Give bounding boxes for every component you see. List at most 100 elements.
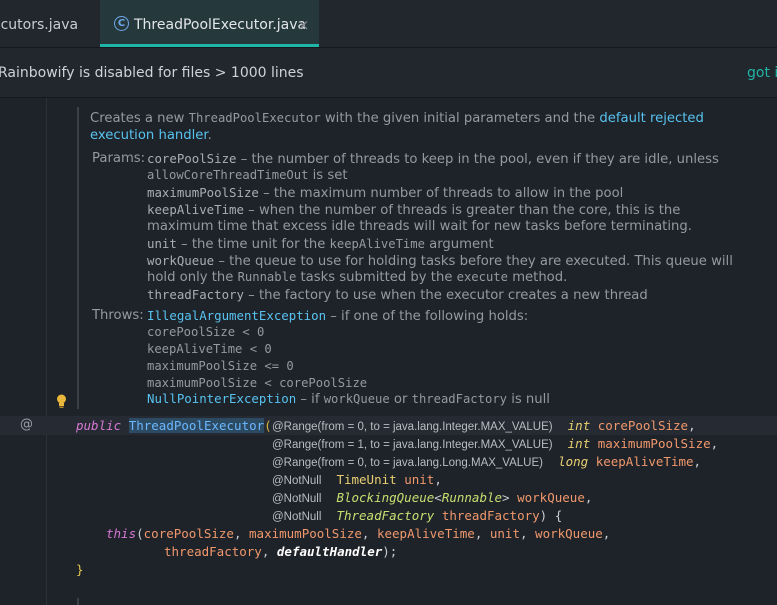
param-name: maximumPoolSize — [147, 185, 259, 200]
throws-desc: – if — [296, 392, 324, 407]
param-keepalivetime-cont: maximum time that excess idle threads wi… — [147, 218, 692, 235]
throws-nullpointer: NullPointerException – if workQueue or t… — [147, 390, 550, 408]
param-line: @Range(from = 0, to = java.lang.Long.MAX… — [272, 453, 701, 472]
param-desc: method. — [508, 270, 568, 285]
param-workqueue: workQueue – the queue to use for holding… — [147, 252, 733, 270]
punctuation: , — [434, 472, 442, 487]
param-corepoolsize: corePoolSize – the number of threads to … — [147, 150, 719, 168]
param-keepalivetime: keepAliveTime – when the number of threa… — [147, 201, 680, 219]
execution-handler-link[interactable]: execution handler — [90, 128, 208, 143]
throws-desc: – if one of the following holds: — [326, 309, 529, 324]
arg: corePoolSize — [143, 526, 234, 541]
exception-link[interactable]: IllegalArgumentException — [147, 308, 326, 323]
param-name: unit — [147, 236, 177, 251]
tab-executors-java[interactable]: ecutors.java — [0, 0, 78, 46]
open-paren: ( — [264, 418, 272, 433]
doc-comment-bar — [77, 107, 79, 409]
annotation: @Range(from = 0, to = java.lang.Long.MAX… — [272, 457, 543, 469]
throws-condition: corePoolSize < 0 — [147, 324, 264, 341]
annotation: @Range(from = 1, to = java.lang.Integer.… — [272, 439, 553, 451]
punctuation: , — [710, 436, 719, 451]
doc-code: execute — [456, 270, 508, 284]
punctuation: , — [688, 418, 696, 433]
param-type: ThreadFactory — [336, 508, 435, 523]
throws-condition: maximumPoolSize <= 0 — [147, 358, 294, 375]
param-desc: hold only the — [147, 270, 238, 285]
constructor-signature: public ThreadPoolExecutor( — [76, 417, 272, 435]
param-workqueue-cont: hold only the Runnable tasks submitted b… — [147, 269, 567, 286]
class-icon: C — [114, 16, 129, 31]
throws-condition: keepAliveTime < 0 — [147, 341, 272, 358]
doc-code: allowCoreThreadTimeOut — [147, 168, 309, 182]
annotation: @NotNull — [272, 511, 322, 523]
keyword-this: this — [106, 526, 137, 541]
tab-threadpoolexecutor-java[interactable]: C ThreadPoolExecutor.java × — [100, 0, 319, 47]
default-rejected-link[interactable]: default rejected — [599, 111, 704, 126]
annotation: @NotNull — [272, 475, 322, 487]
param-line: @NotNull TimeUnit unit, — [272, 471, 442, 490]
constructor-name[interactable]: ThreadPoolExecutor — [128, 418, 265, 433]
condition-code: maximumPoolSize < corePoolSize — [147, 376, 368, 390]
keyword-public: public — [76, 418, 122, 433]
params-label: Params: — [92, 151, 146, 166]
param-desc: tasks submitted by the — [296, 270, 457, 285]
param-type: int — [567, 436, 591, 451]
param-type: int — [567, 418, 591, 433]
condition-code: maximumPoolSize <= 0 — [147, 359, 294, 373]
closing-brace: } — [76, 562, 84, 577]
doc-comment-bar — [77, 598, 79, 605]
doc-intro-line-1: Creates a new ThreadPoolExecutor with th… — [90, 110, 704, 127]
close-tab-icon[interactable]: × — [297, 0, 310, 50]
param-var: workQueue — [517, 490, 585, 505]
param-line: @NotNull ThreadFactory threadFactory) { — [272, 507, 562, 526]
doc-code: ThreadPoolExecutor — [188, 111, 321, 125]
punctuation: , — [584, 490, 593, 505]
param-line: @Range(from = 1, to = java.lang.Integer.… — [272, 435, 718, 454]
arg: unit — [489, 526, 520, 541]
got-it-link[interactable]: got it — [747, 65, 777, 81]
doc-code: Runnable — [237, 270, 297, 284]
param-var: unit — [404, 472, 435, 487]
condition-code: keepAliveTime < 0 — [147, 342, 272, 356]
arg: keepAliveTime — [376, 526, 475, 541]
param-var: maximumPoolSize — [597, 436, 711, 451]
generic-type: Runnable — [441, 490, 503, 505]
param-var: keepAliveTime — [595, 454, 694, 469]
doc-code: workQueue — [323, 392, 390, 406]
param-var: threadFactory — [441, 508, 540, 523]
doc-code: keepAliveTime — [329, 237, 425, 251]
this-call-line-1: this(corePoolSize, maximumPoolSize, keep… — [106, 526, 611, 541]
annotation-gutter-icon[interactable]: @ — [20, 417, 33, 432]
param-threadfactory: threadFactory – the factory to use when … — [147, 286, 648, 304]
doc-text: . — [207, 128, 212, 143]
param-desc: – the factory to use when the executor c… — [243, 288, 648, 303]
condition-code: corePoolSize < 0 — [147, 325, 265, 339]
param-type: long — [558, 454, 589, 469]
param-maximumpoolsize: maximumPoolSize – the maximum number of … — [147, 184, 623, 202]
param-desc: – the time unit for the — [176, 237, 330, 252]
this-call-line-2: threadFactory, defaultHandler); — [164, 544, 398, 559]
param-name: corePoolSize — [147, 151, 237, 166]
arg: maximumPoolSize — [249, 526, 362, 541]
param-unit: unit – the time unit for the keepAliveTi… — [147, 235, 494, 253]
exception-link[interactable]: NullPointerException — [147, 391, 296, 406]
param-type: TimeUnit — [336, 472, 397, 487]
editor-gutter — [0, 98, 47, 605]
param-desc: – the maximum number of threads to allow… — [258, 186, 624, 201]
param-name: keepAliveTime — [147, 202, 244, 217]
arg: workQueue — [535, 526, 603, 541]
param-line: @NotNull BlockingQueue<Runnable> workQue… — [272, 490, 593, 505]
param-desc: – when the number of threads is greater … — [243, 203, 681, 218]
closing-brace-line: } — [76, 561, 84, 579]
param-desc: – the queue to use for holding tasks bef… — [214, 254, 733, 269]
param-name: workQueue — [147, 253, 215, 268]
lightbulb-icon[interactable] — [56, 394, 67, 413]
param-desc: – the number of threads to keep in the p… — [236, 152, 719, 167]
doc-intro-line-2: execution handler. — [90, 127, 212, 144]
throws-desc: is null — [507, 392, 550, 407]
annotation: @Range(from = 0, to = java.lang.Integer.… — [272, 421, 553, 433]
param-name: threadFactory — [147, 287, 244, 302]
annotation: @NotNull — [272, 493, 322, 505]
punctuation: , — [693, 454, 702, 469]
doc-text: with the given initial parameters and th… — [320, 111, 600, 126]
